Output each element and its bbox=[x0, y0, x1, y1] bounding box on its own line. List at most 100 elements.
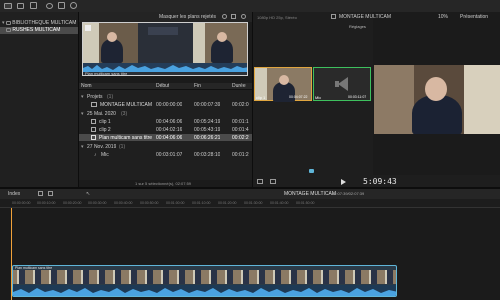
filter-popup[interactable]: Masquer les plans rejetés bbox=[159, 14, 216, 20]
browser-list: Nom Début Fin Durée ▾ Projets (1) MONTAG… bbox=[79, 83, 252, 180]
viewer-background-curtain bbox=[464, 65, 500, 134]
viewer-clip-icon bbox=[331, 14, 336, 19]
audio-clip-icon: ♪ bbox=[94, 151, 97, 158]
list-item[interactable]: clip 2 00:04:02:16 00:05:43:19 00:01:4 bbox=[79, 126, 252, 133]
angle-mic[interactable]: Mic 00:03:11:07 bbox=[313, 67, 371, 101]
list-item-selected[interactable]: Plan multicam sans titre 00:04:06:06 00:… bbox=[79, 134, 252, 141]
group-label: 27 Nov. 2019 bbox=[87, 143, 117, 150]
group-count: (1) bbox=[119, 143, 126, 150]
column-end[interactable]: Fin bbox=[194, 83, 201, 89]
timeline-ruler[interactable]: 00:00:00:00 00:00:10:00 00:00:20:00 00:0… bbox=[0, 199, 500, 208]
play-button[interactable] bbox=[341, 179, 346, 185]
ruler-tick: 00:01:10:00 bbox=[192, 201, 211, 205]
column-duration[interactable]: Durée bbox=[232, 83, 246, 89]
clip-icon bbox=[91, 127, 96, 132]
angle-label: Mic bbox=[315, 95, 322, 100]
keyword-icon[interactable] bbox=[58, 2, 65, 9]
angle-timecode: 00:04:07:22 bbox=[289, 95, 308, 99]
viewer-background-cabinet bbox=[374, 65, 414, 134]
filmstrip-caption: Plan multicam sans titre bbox=[85, 71, 128, 76]
speaker-base bbox=[335, 81, 339, 87]
ruler-tick: 00:00:10:00 bbox=[37, 201, 56, 205]
group-25-mai-2020[interactable]: ▾ 25 Mai. 2020 (3) bbox=[79, 110, 252, 117]
library-star-icon bbox=[5, 20, 11, 25]
angle-viewer: 1080p HD 25p, Stéréo Réglages clip 1 00:… bbox=[253, 12, 373, 175]
ruler-tick: 00:01:20:00 bbox=[218, 201, 237, 205]
browser-filmstrip[interactable]: Plan multicam sans titre bbox=[82, 22, 248, 76]
back-icon[interactable] bbox=[38, 191, 43, 196]
angle-page-indicator[interactable] bbox=[309, 169, 314, 173]
list-item[interactable]: clip 1 00:04:06:06 00:05:24:19 00:01:1 bbox=[79, 118, 252, 125]
ruler-tick: 00:00:30:00 bbox=[88, 201, 107, 205]
column-name[interactable]: Nom bbox=[81, 83, 92, 89]
list-header: Nom Début Fin Durée bbox=[79, 83, 252, 90]
project-title: MONTAGE MULTICAM bbox=[284, 191, 337, 197]
angle-clip-1[interactable]: clip 1 00:04:07:22 bbox=[254, 67, 312, 102]
filmstrip-frame-2 bbox=[138, 23, 193, 63]
clip-icon bbox=[91, 119, 96, 124]
ruler-tick: 00:00:20:00 bbox=[63, 201, 82, 205]
forward-icon[interactable] bbox=[48, 191, 53, 196]
select-tool-icon[interactable]: ↖ bbox=[86, 191, 90, 197]
project-icon bbox=[91, 102, 97, 107]
ruler-tick: 00:01:00:00 bbox=[166, 201, 185, 205]
group-27-nov-2019[interactable]: ▾ 27 Nov. 2019 (1) bbox=[79, 143, 252, 150]
viewer-image[interactable] bbox=[374, 65, 500, 134]
library-label: BIBLIOTHEQUE MULTICAM bbox=[12, 20, 77, 26]
browser-status: 1 sur 5 sélectionné(s), 02:07:59 bbox=[135, 181, 192, 186]
index-button[interactable]: Index bbox=[8, 191, 20, 197]
group-label: Projets bbox=[87, 93, 103, 100]
format-label: 1080p HD 25p, Stéréo bbox=[257, 15, 297, 20]
search-icon[interactable] bbox=[241, 14, 246, 19]
event-label: RUSHES MULTICAM bbox=[12, 27, 61, 33]
ruler-tick: 00:01:30:00 bbox=[244, 201, 263, 205]
top-toolbar bbox=[0, 0, 500, 12]
timecode-display[interactable]: 5:09:43 bbox=[363, 177, 397, 186]
photos-icon[interactable] bbox=[17, 3, 24, 9]
ruler-tick: 00:00:40:00 bbox=[114, 201, 133, 205]
multicam-badge-icon bbox=[85, 25, 91, 31]
viewer-subject-head bbox=[425, 77, 447, 101]
ruler-tick: 00:00:50:00 bbox=[140, 201, 159, 205]
browser-header: Masquer les plans rejetés bbox=[79, 12, 252, 22]
column-start[interactable]: Début bbox=[156, 83, 169, 89]
angle-label: clip 1 bbox=[256, 95, 266, 100]
speaker-icon bbox=[338, 77, 348, 91]
group-count: (1) bbox=[107, 93, 114, 100]
group-label: 25 Mai. 2020 bbox=[87, 110, 116, 117]
timeline-filmstrip bbox=[13, 270, 396, 284]
ruler-tick: 00:00:00:00 bbox=[12, 201, 31, 205]
angle-settings-popup[interactable]: Réglages bbox=[349, 24, 366, 29]
timeline-toolbar: Index ↖ MONTAGE MULTICAM 02:07:39/02:07:… bbox=[0, 189, 500, 199]
settings-icon[interactable] bbox=[222, 14, 227, 19]
angle-timecode: 00:03:11:07 bbox=[348, 95, 367, 99]
project-duration: 02:07:39/02:07:39 bbox=[332, 191, 365, 196]
timeline-area[interactable]: Plan multicam sans titre bbox=[0, 208, 500, 300]
filmstrip-frame-1 bbox=[83, 23, 138, 63]
list-item[interactable]: MONTAGE MULTICAM 00:00:00:00 00:00:07:39… bbox=[79, 101, 252, 108]
event-star-icon bbox=[6, 27, 11, 32]
multicam-clip-icon bbox=[91, 135, 96, 140]
group-count: (3) bbox=[121, 110, 128, 117]
library-item-rushes[interactable]: RUSHES MULTICAM bbox=[0, 27, 78, 34]
check-icon[interactable] bbox=[70, 2, 77, 9]
view-popup[interactable]: Présentation bbox=[460, 14, 488, 20]
crop-tool-icon[interactable] bbox=[257, 179, 263, 184]
library-icon[interactable] bbox=[4, 3, 12, 9]
ruler-tick: 00:01:50:00 bbox=[296, 201, 315, 205]
effects-tool-icon[interactable] bbox=[270, 179, 276, 184]
timeline-clip[interactable]: Plan multicam sans titre bbox=[12, 265, 397, 297]
timeline-waveform bbox=[13, 285, 396, 296]
library-sidebar: ▾ BIBLIOTHEQUE MULTICAM RUSHES MULTICAM bbox=[0, 12, 78, 187]
zoom-popup[interactable]: 10% bbox=[438, 14, 448, 20]
group-projets[interactable]: ▾ Projets (1) bbox=[79, 93, 252, 100]
ruler-tick: 00:01:40:00 bbox=[270, 201, 289, 205]
import-icon[interactable] bbox=[46, 3, 53, 9]
viewer-header: MONTAGE MULTICAM 10% Présentation bbox=[310, 12, 500, 22]
viewer-title: MONTAGE MULTICAM bbox=[339, 14, 392, 20]
titles-icon[interactable] bbox=[30, 2, 37, 9]
filmstrip-view-icon[interactable] bbox=[231, 14, 236, 19]
filmstrip-frame-3 bbox=[193, 23, 247, 63]
library-item-bibliotheque[interactable]: ▾ BIBLIOTHEQUE MULTICAM bbox=[2, 20, 78, 27]
list-item[interactable]: ♪ Mic 00:03:01:07 00:03:28:10 00:01:2 bbox=[79, 151, 252, 158]
